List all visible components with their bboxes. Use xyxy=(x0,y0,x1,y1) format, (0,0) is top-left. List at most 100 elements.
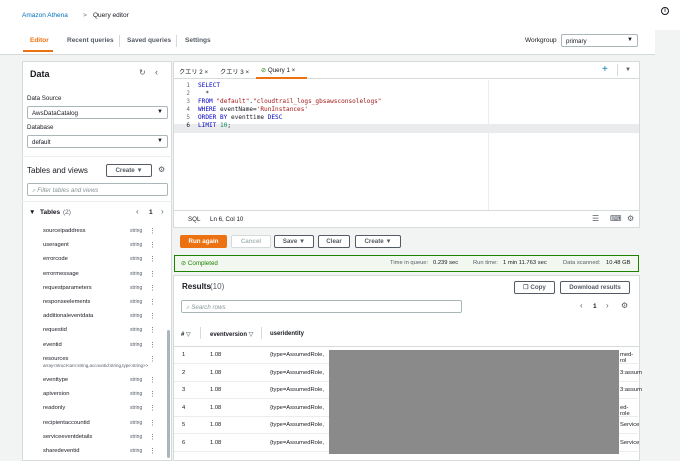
column-type: string xyxy=(130,299,143,305)
tab-settings[interactable]: Settings xyxy=(185,37,211,44)
column-item[interactable]: eventtype string ⋮ xyxy=(43,376,169,390)
column-menu-icon[interactable]: ⋮ xyxy=(149,227,156,235)
line-number: 1 xyxy=(186,82,190,89)
chevron-left-icon[interactable]: ‹ xyxy=(580,302,583,310)
status-completed: ⊘ Completed xyxy=(181,260,218,267)
query-tab-2[interactable]: クエリ 2 × xyxy=(179,67,208,76)
col-header-useridentity[interactable]: useridentity xyxy=(270,331,304,337)
results-page-number[interactable]: 1 xyxy=(593,303,597,310)
query-tab-3[interactable]: クエリ 3 × xyxy=(220,67,249,76)
column-type: string xyxy=(130,284,143,291)
settings-gear-icon[interactable]: ⚙ xyxy=(158,166,165,174)
breadcrumb-service[interactable]: Amazon Athena xyxy=(22,12,68,19)
create-button[interactable]: Create ▼ xyxy=(355,235,401,248)
col-header-index[interactable]: # ▽ xyxy=(181,331,191,338)
column-menu-icon[interactable]: ⋮ xyxy=(149,284,156,292)
column-item[interactable]: responseelements string ⋮ xyxy=(43,298,169,312)
column-menu-icon[interactable]: ⋮ xyxy=(149,326,156,334)
column-name: requestparameters xyxy=(43,284,92,291)
check-circle-icon: ⊘ xyxy=(261,67,267,74)
results-settings-icon[interactable]: ⚙ xyxy=(621,302,628,310)
chevron-right-icon[interactable]: › xyxy=(161,208,164,216)
cancel-button[interactable]: Cancel xyxy=(231,235,271,248)
close-icon[interactable]: × xyxy=(204,69,208,76)
column-menu-icon[interactable]: ⋮ xyxy=(149,241,156,249)
cell-eventversion: 1.08 xyxy=(210,422,222,428)
data-scanned-label: Data scanned: xyxy=(563,260,601,266)
column-menu-icon[interactable]: ⋮ xyxy=(149,255,156,263)
editor-settings-icon[interactable]: ⚙ xyxy=(627,215,634,223)
tab-recent-queries[interactable]: Recent queries xyxy=(67,37,114,44)
line-number: 6 xyxy=(186,121,190,129)
column-menu-icon[interactable]: ⋮ xyxy=(149,355,156,363)
save-button[interactable]: Save ▼ xyxy=(274,235,314,248)
caret-expanded-icon[interactable]: ▼ xyxy=(29,209,35,216)
column-name: recipientaccountid xyxy=(43,419,90,426)
column-menu-icon[interactable]: ⋮ xyxy=(149,312,156,320)
column-item[interactable]: apiversion string ⋮ xyxy=(43,390,169,404)
column-type: string xyxy=(130,242,143,249)
add-query-tab-icon[interactable]: + xyxy=(602,65,608,75)
column-item[interactable]: useragent string ⋮ xyxy=(43,241,169,255)
col-header-eventversion[interactable]: eventversion ▽ xyxy=(210,331,253,338)
refresh-icon[interactable]: ↻ xyxy=(139,69,146,77)
tabs-menu-icon[interactable]: ▼ xyxy=(625,67,631,73)
tables-count: (2) xyxy=(63,209,71,216)
close-icon[interactable]: × xyxy=(245,69,249,76)
divider xyxy=(261,327,262,339)
tab-saved-queries[interactable]: Saved queries xyxy=(127,37,171,44)
run-again-button[interactable]: Run again xyxy=(180,235,227,248)
copy-button[interactable]: ❐ Copy xyxy=(514,281,555,294)
column-item[interactable]: requestid string ⋮ xyxy=(43,326,169,340)
column-type: string xyxy=(130,419,143,426)
column-item[interactable]: errorcode string ⋮ xyxy=(43,255,169,269)
divider xyxy=(174,210,639,211)
column-menu-icon[interactable]: ⋮ xyxy=(149,270,156,278)
column-item[interactable]: errormessage string ⋮ xyxy=(43,270,169,284)
download-results-button[interactable]: Download results xyxy=(560,281,630,294)
cell-useridentity-tail: 3:assum xyxy=(620,369,642,376)
data-scanned-value: 10.48 GB xyxy=(606,260,631,266)
line-number: 3 xyxy=(186,97,190,105)
keyboard-icon[interactable]: ⌨ xyxy=(610,215,622,223)
column-menu-icon[interactable]: ⋮ xyxy=(149,390,156,398)
column-type: string xyxy=(130,228,143,234)
column-item[interactable]: additionaleventdata string ⋮ xyxy=(43,312,169,326)
create-table-button[interactable]: Create ▼ xyxy=(106,164,152,177)
column-menu-icon[interactable]: ⋮ xyxy=(149,376,156,384)
format-icon[interactable]: ☰ xyxy=(592,215,599,223)
column-menu-icon[interactable]: ⋮ xyxy=(149,419,156,427)
chevron-right-icon[interactable]: › xyxy=(606,302,609,310)
close-icon[interactable]: × xyxy=(292,67,296,74)
column-menu-icon[interactable]: ⋮ xyxy=(149,341,156,349)
column-item[interactable]: sourceipaddress string ⋮ xyxy=(43,227,169,241)
cell-useridentity-tail: med-rol xyxy=(620,352,634,364)
cell-useridentity-tail: 3:assum xyxy=(620,387,642,393)
column-item[interactable]: recipientaccountid string ⋮ xyxy=(43,419,169,433)
collapse-icon[interactable]: ‹ xyxy=(155,68,158,77)
column-item[interactable]: eventid string ⋮ xyxy=(43,341,169,355)
column-menu-icon[interactable]: ⋮ xyxy=(149,404,156,412)
clear-button[interactable]: Clear xyxy=(318,235,350,248)
active-line-highlight xyxy=(174,124,639,133)
database-select[interactable]: default ▼ xyxy=(27,135,168,148)
column-item[interactable]: resources array<struct<arn:string,account… xyxy=(43,355,169,375)
cell-useridentity: {type=AssumedRole, xyxy=(270,352,324,358)
filter-tables-input[interactable]: ⌕ Filter tables and views xyxy=(27,183,168,196)
chevron-left-icon[interactable]: ‹ xyxy=(136,208,139,216)
search-rows-input[interactable]: ⌕ Search rows xyxy=(181,300,462,313)
tables-page-number[interactable]: 1 xyxy=(149,209,153,216)
column-item[interactable]: sharedeventid string ⋮ xyxy=(43,447,169,461)
redaction-block xyxy=(329,350,619,454)
column-item[interactable]: readonly string ⋮ xyxy=(43,404,169,418)
info-icon[interactable]: i xyxy=(661,7,669,15)
workgroup-select[interactable]: primary ▼ xyxy=(561,34,638,47)
data-source-select[interactable]: AwsDataCatalog ▼ xyxy=(27,106,168,119)
column-menu-icon[interactable]: ⋮ xyxy=(149,298,156,306)
column-item[interactable]: requestparameters string ⋮ xyxy=(43,284,169,298)
column-menu-icon[interactable]: ⋮ xyxy=(149,447,156,455)
code-line: ORDER BY eventtime DESC xyxy=(198,113,283,121)
tab-editor[interactable]: Editor xyxy=(30,37,49,44)
column-item[interactable]: serviceeventdetails string ⋮ xyxy=(43,433,169,447)
column-menu-icon[interactable]: ⋮ xyxy=(149,433,156,441)
